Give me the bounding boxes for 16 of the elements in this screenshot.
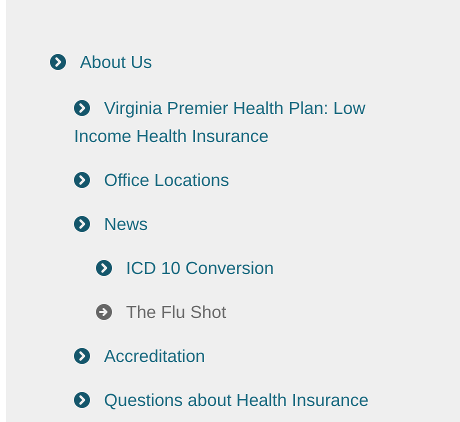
chevron-right-circle-icon [74,100,90,116]
chevron-right-circle-icon [74,216,90,232]
menu-link[interactable]: The Flu Shot [96,298,414,326]
menu-link[interactable]: Virginia Premier Health Plan: Low Income Health Insurance [74,94,414,150]
chevron-right-circle-icon [74,172,90,188]
menu-link[interactable]: About Us [50,48,430,76]
chevron-right-circle-icon [74,392,90,408]
menu-link[interactable]: Questions about Health Insurance [74,386,414,414]
menu-link[interactable]: Office Locations [74,166,414,194]
chevron-right-circle-icon [96,260,112,276]
chevron-right-circle-icon [50,54,66,70]
menu-link[interactable]: ICD 10 Conversion [96,254,414,282]
menu-link[interactable]: Accreditation [74,342,414,370]
menu-link[interactable]: News [74,210,414,238]
chevron-right-circle-icon [74,348,90,364]
arrow-right-circle-icon [96,304,112,320]
